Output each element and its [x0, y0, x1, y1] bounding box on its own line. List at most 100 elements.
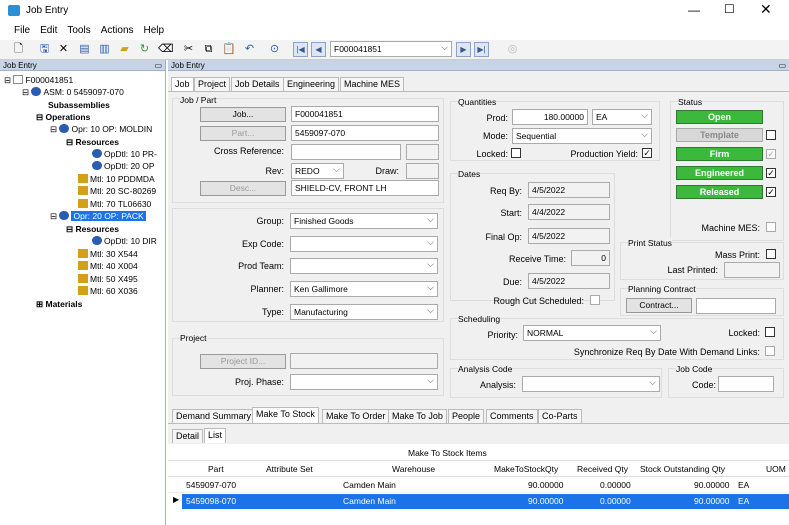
- tree-node-opdtl[interactable]: OpDtl: 10 DIR: [92, 236, 157, 247]
- menu-tools[interactable]: Tools: [62, 22, 95, 36]
- tree-node-mtl[interactable]: Mtl: 70 TL06630: [78, 199, 151, 210]
- firm-checkbox[interactable]: ✓: [766, 149, 776, 159]
- column-header-make-to-stock-qty[interactable]: MakeToStockQty: [494, 464, 558, 474]
- tab-make-to-order[interactable]: Make To Order: [322, 409, 390, 423]
- due-field[interactable]: 4/5/2022: [528, 273, 610, 289]
- table-row-selected[interactable]: ▶ 5459098-070 Camden Main 90.00000 0.000…: [168, 494, 789, 509]
- undo-icon[interactable]: ↶: [243, 43, 256, 56]
- priority-combo[interactable]: NORMAL: [523, 325, 661, 341]
- last-record-icon[interactable]: ▶|: [474, 42, 489, 57]
- sched-locked-checkbox[interactable]: [765, 327, 775, 337]
- released-checkbox[interactable]: ✓: [766, 187, 776, 197]
- tree-node-resources[interactable]: ⊟ Resources: [66, 224, 119, 235]
- folder-icon[interactable]: ▰: [118, 43, 131, 56]
- engineered-status-button[interactable]: Engineered: [676, 166, 763, 180]
- column-header-warehouse[interactable]: Warehouse: [392, 464, 435, 474]
- copy-icon[interactable]: ⧉: [202, 43, 215, 56]
- tab-job[interactable]: Job: [171, 77, 194, 91]
- tree-node-asm[interactable]: ⊟ ASM: 0 5459097-070: [22, 87, 124, 98]
- group-combo[interactable]: Finished Goods: [290, 213, 438, 229]
- tree-node-opdtl[interactable]: OpDtl: 20 OP: [92, 161, 155, 172]
- analysis-combo[interactable]: [522, 376, 660, 392]
- column-header-received-qty[interactable]: Received Qty: [577, 464, 628, 474]
- tree-node-operations[interactable]: ⊟ Operations: [36, 112, 90, 123]
- project-id-button[interactable]: Project ID...: [200, 354, 286, 369]
- tree-node-opdtl[interactable]: OpDtl: 10 PR-: [92, 149, 157, 160]
- tree-node-mtl[interactable]: Mtl: 40 X004: [78, 261, 138, 272]
- contract-field[interactable]: [696, 298, 776, 314]
- mode-combo[interactable]: Sequential: [512, 128, 652, 144]
- paste-icon[interactable]: 📋: [222, 43, 236, 56]
- cut-icon[interactable]: ✂: [182, 43, 195, 56]
- req-by-field[interactable]: 4/5/2022: [528, 182, 610, 198]
- cross-reference-field[interactable]: [291, 144, 401, 160]
- column-header-uom[interactable]: UOM: [766, 464, 786, 474]
- prod-yield-checkbox[interactable]: ✓: [642, 148, 652, 158]
- tree-node-subassemblies[interactable]: Subassemblies: [48, 100, 110, 111]
- job-button[interactable]: Job...: [200, 107, 286, 122]
- tree-node-job[interactable]: ⊟ F000041851: [4, 75, 73, 86]
- firm-status-button[interactable]: Firm: [676, 147, 763, 161]
- first-record-icon[interactable]: |◀: [293, 42, 308, 57]
- template-status-button[interactable]: Template: [676, 128, 763, 142]
- tree-node-materials[interactable]: ⊞ Materials: [36, 299, 82, 310]
- column-header-part[interactable]: Part: [208, 464, 224, 474]
- menu-help[interactable]: Help: [139, 22, 170, 36]
- part-field[interactable]: 5459097-070: [291, 125, 439, 141]
- minimize-icon[interactable]: —: [688, 3, 700, 17]
- code-field[interactable]: [718, 376, 774, 392]
- qty-locked-checkbox[interactable]: [511, 148, 521, 158]
- machine-mes-checkbox[interactable]: [766, 222, 776, 232]
- prod-qty-field[interactable]: 180.00000: [512, 109, 588, 125]
- final-op-field[interactable]: 4/5/2022: [528, 228, 610, 244]
- tree-node-opr20-selected[interactable]: ⊟ Opr: 20 OP: PACK: [50, 211, 146, 222]
- book-icon[interactable]: ▤: [78, 43, 91, 56]
- project-id-field[interactable]: [290, 353, 438, 369]
- column-header-stock-outstanding-qty[interactable]: Stock Outstanding Qty: [640, 464, 725, 474]
- prev-record-icon[interactable]: ◀: [311, 42, 326, 57]
- list-icon[interactable]: ▥: [98, 43, 111, 56]
- maximize-icon[interactable]: ☐: [724, 2, 735, 16]
- rough-cut-checkbox[interactable]: [590, 295, 600, 305]
- draw-field[interactable]: [406, 163, 439, 179]
- tree-node-mtl[interactable]: Mtl: 20 SC-80269: [78, 186, 156, 197]
- binoculars-icon[interactable]: ⊙: [268, 43, 281, 56]
- tree-node-resources[interactable]: ⊟ Resources: [66, 137, 119, 148]
- contract-button[interactable]: Contract...: [626, 298, 692, 313]
- tree-node-opr10[interactable]: ⊟ Opr: 10 OP: MOLDIN: [50, 124, 152, 135]
- template-checkbox[interactable]: [766, 130, 776, 140]
- tree-node-mtl[interactable]: Mtl: 50 X495: [78, 274, 138, 285]
- column-header-attribute-set[interactable]: Attribute Set: [266, 464, 313, 474]
- uom-combo[interactable]: EA: [592, 109, 652, 125]
- tree-node-mtl[interactable]: Mtl: 10 PDDMDA: [78, 174, 155, 185]
- menu-actions[interactable]: Actions: [96, 22, 139, 36]
- tab-co-parts[interactable]: Co-Parts: [538, 409, 582, 423]
- tab-demand-summary[interactable]: Demand Summary: [172, 409, 256, 423]
- start-field[interactable]: 4/4/2022: [528, 204, 610, 220]
- next-record-icon[interactable]: ▶: [456, 42, 471, 57]
- tab-job-details[interactable]: Job Details: [231, 77, 284, 91]
- tab-project[interactable]: Project: [194, 77, 231, 91]
- description-field[interactable]: SHIELD-CV, FRONT LH: [291, 180, 439, 196]
- table-row[interactable]: 5459097-070 Camden Main 90.00000 0.00000…: [168, 478, 789, 493]
- menu-file[interactable]: File: [9, 22, 35, 36]
- desc-button[interactable]: Desc...: [200, 181, 286, 196]
- tree-node-mtl[interactable]: Mtl: 60 X036: [78, 286, 138, 297]
- open-status-button[interactable]: Open: [676, 110, 763, 124]
- delete-icon[interactable]: ✕: [57, 43, 70, 56]
- tab-engineering[interactable]: Engineering: [283, 77, 340, 91]
- rev-combo[interactable]: REDO: [291, 163, 344, 179]
- menu-edit[interactable]: Edit: [35, 22, 62, 36]
- pin-icon[interactable]: ▭: [778, 60, 786, 71]
- type-combo[interactable]: Manufacturing: [290, 304, 438, 320]
- proj-phase-combo[interactable]: [290, 374, 438, 390]
- subtab-list[interactable]: List: [204, 428, 227, 443]
- close-icon[interactable]: ✕: [760, 1, 772, 18]
- sync-req-by-checkbox[interactable]: [765, 346, 775, 356]
- new-icon[interactable]: 🗋: [12, 43, 25, 56]
- job-search-combo[interactable]: F000041851: [330, 41, 452, 57]
- tab-comments[interactable]: Comments: [486, 409, 538, 423]
- exp-code-combo[interactable]: [290, 236, 438, 252]
- tab-people[interactable]: People: [448, 409, 485, 423]
- planner-combo[interactable]: Ken Gallimore: [290, 281, 438, 297]
